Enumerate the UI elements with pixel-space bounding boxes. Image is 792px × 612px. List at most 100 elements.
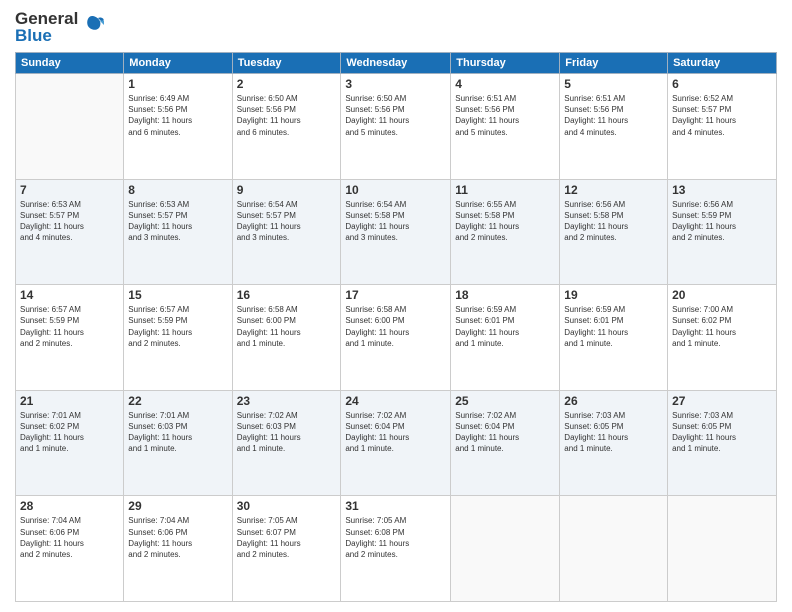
day-info: Sunrise: 7:02 AM Sunset: 6:04 PM Dayligh… <box>455 410 555 455</box>
day-info: Sunrise: 6:59 AM Sunset: 6:01 PM Dayligh… <box>564 304 663 349</box>
calendar-cell <box>16 74 124 180</box>
calendar-cell: 27 Sunrise: 7:03 AM Sunset: 6:05 PM Dayli… <box>668 390 777 496</box>
calendar-cell: 5 Sunrise: 6:51 AM Sunset: 5:56 PM Daylig… <box>560 74 668 180</box>
day-number: 11 <box>455 183 555 197</box>
day-number: 1 <box>128 77 227 91</box>
calendar-cell: 6 Sunrise: 6:52 AM Sunset: 5:57 PM Daylig… <box>668 74 777 180</box>
day-info: Sunrise: 7:05 AM Sunset: 6:08 PM Dayligh… <box>345 515 446 560</box>
day-info: Sunrise: 6:50 AM Sunset: 5:56 PM Dayligh… <box>345 93 446 138</box>
day-info: Sunrise: 7:01 AM Sunset: 6:02 PM Dayligh… <box>20 410 119 455</box>
day-number: 16 <box>237 288 337 302</box>
calendar-cell: 4 Sunrise: 6:51 AM Sunset: 5:56 PM Daylig… <box>451 74 560 180</box>
day-number: 31 <box>345 499 446 513</box>
calendar-cell: 19 Sunrise: 6:59 AM Sunset: 6:01 PM Dayli… <box>560 285 668 391</box>
day-number: 29 <box>128 499 227 513</box>
calendar-cell: 28Sunrise: 7:04 AM Sunset: 6:06 PM Dayli… <box>16 496 124 602</box>
calendar-week-row: 7Sunrise: 6:53 AM Sunset: 5:57 PM Daylig… <box>16 179 777 285</box>
day-info: Sunrise: 6:49 AM Sunset: 5:56 PM Dayligh… <box>128 93 227 138</box>
calendar-cell: 2 Sunrise: 6:50 AM Sunset: 5:56 PM Daylig… <box>232 74 341 180</box>
day-number: 22 <box>128 394 227 408</box>
day-info: Sunrise: 7:05 AM Sunset: 6:07 PM Dayligh… <box>237 515 337 560</box>
day-number: 17 <box>345 288 446 302</box>
header: General Blue <box>15 10 777 44</box>
calendar-cell: 20 Sunrise: 7:00 AM Sunset: 6:02 PM Dayli… <box>668 285 777 391</box>
calendar-cell: 3 Sunrise: 6:50 AM Sunset: 5:56 PM Daylig… <box>341 74 451 180</box>
day-info: Sunrise: 6:50 AM Sunset: 5:56 PM Dayligh… <box>237 93 337 138</box>
day-number: 24 <box>345 394 446 408</box>
day-info: Sunrise: 6:58 AM Sunset: 6:00 PM Dayligh… <box>237 304 337 349</box>
day-info: Sunrise: 6:55 AM Sunset: 5:58 PM Dayligh… <box>455 199 555 244</box>
day-info: Sunrise: 7:00 AM Sunset: 6:02 PM Dayligh… <box>672 304 772 349</box>
day-number: 23 <box>237 394 337 408</box>
day-info: Sunrise: 6:54 AM Sunset: 5:57 PM Dayligh… <box>237 199 337 244</box>
weekday-header-sunday: Sunday <box>16 53 124 74</box>
day-info: Sunrise: 7:03 AM Sunset: 6:05 PM Dayligh… <box>672 410 772 455</box>
day-info: Sunrise: 6:52 AM Sunset: 5:57 PM Dayligh… <box>672 93 772 138</box>
day-number: 9 <box>237 183 337 197</box>
calendar-cell: 25 Sunrise: 7:02 AM Sunset: 6:04 PM Dayli… <box>451 390 560 496</box>
calendar-week-row: 28Sunrise: 7:04 AM Sunset: 6:06 PM Dayli… <box>16 496 777 602</box>
day-number: 6 <box>672 77 772 91</box>
calendar-week-row: 1 Sunrise: 6:49 AM Sunset: 5:56 PM Daylig… <box>16 74 777 180</box>
calendar-cell: 26Sunrise: 7:03 AM Sunset: 6:05 PM Dayli… <box>560 390 668 496</box>
day-info: Sunrise: 6:54 AM Sunset: 5:58 PM Dayligh… <box>345 199 446 244</box>
day-info: Sunrise: 6:57 AM Sunset: 5:59 PM Dayligh… <box>128 304 227 349</box>
day-number: 2 <box>237 77 337 91</box>
calendar-table: SundayMondayTuesdayWednesdayThursdayFrid… <box>15 52 777 602</box>
calendar-cell: 22 Sunrise: 7:01 AM Sunset: 6:03 PM Dayli… <box>124 390 232 496</box>
page: General Blue SundayMondayTuesdayWednesda… <box>0 0 792 612</box>
calendar-cell <box>560 496 668 602</box>
day-number: 25 <box>455 394 555 408</box>
day-number: 3 <box>345 77 446 91</box>
calendar-week-row: 21 Sunrise: 7:01 AM Sunset: 6:02 PM Dayli… <box>16 390 777 496</box>
calendar-cell: 12Sunrise: 6:56 AM Sunset: 5:58 PM Dayli… <box>560 179 668 285</box>
day-info: Sunrise: 6:58 AM Sunset: 6:00 PM Dayligh… <box>345 304 446 349</box>
calendar-cell: 18 Sunrise: 6:59 AM Sunset: 6:01 PM Dayli… <box>451 285 560 391</box>
logo-blue: Blue <box>15 27 78 44</box>
weekday-header-friday: Friday <box>560 53 668 74</box>
day-info: Sunrise: 6:56 AM Sunset: 5:58 PM Dayligh… <box>564 199 663 244</box>
day-info: Sunrise: 7:04 AM Sunset: 6:06 PM Dayligh… <box>128 515 227 560</box>
day-info: Sunrise: 7:02 AM Sunset: 6:03 PM Dayligh… <box>237 410 337 455</box>
day-info: Sunrise: 6:53 AM Sunset: 5:57 PM Dayligh… <box>20 199 119 244</box>
day-info: Sunrise: 6:57 AM Sunset: 5:59 PM Dayligh… <box>20 304 119 349</box>
day-number: 13 <box>672 183 772 197</box>
calendar-cell <box>451 496 560 602</box>
day-info: Sunrise: 6:53 AM Sunset: 5:57 PM Dayligh… <box>128 199 227 244</box>
weekday-header-thursday: Thursday <box>451 53 560 74</box>
day-number: 14 <box>20 288 119 302</box>
day-number: 19 <box>564 288 663 302</box>
calendar-cell <box>668 496 777 602</box>
day-number: 20 <box>672 288 772 302</box>
day-number: 10 <box>345 183 446 197</box>
weekday-header-monday: Monday <box>124 53 232 74</box>
logo-general: General <box>15 10 78 27</box>
day-number: 30 <box>237 499 337 513</box>
calendar-cell: 17 Sunrise: 6:58 AM Sunset: 6:00 PM Dayli… <box>341 285 451 391</box>
calendar-cell: 21 Sunrise: 7:01 AM Sunset: 6:02 PM Dayli… <box>16 390 124 496</box>
calendar-cell: 24Sunrise: 7:02 AM Sunset: 6:04 PM Dayli… <box>341 390 451 496</box>
calendar-cell: 13 Sunrise: 6:56 AM Sunset: 5:59 PM Dayli… <box>668 179 777 285</box>
calendar-cell: 16 Sunrise: 6:58 AM Sunset: 6:00 PM Dayli… <box>232 285 341 391</box>
day-info: Sunrise: 7:03 AM Sunset: 6:05 PM Dayligh… <box>564 410 663 455</box>
day-number: 5 <box>564 77 663 91</box>
day-info: Sunrise: 7:01 AM Sunset: 6:03 PM Dayligh… <box>128 410 227 455</box>
calendar-cell: 11 Sunrise: 6:55 AM Sunset: 5:58 PM Dayli… <box>451 179 560 285</box>
calendar-cell: 31 Sunrise: 7:05 AM Sunset: 6:08 PM Dayli… <box>341 496 451 602</box>
weekday-header-saturday: Saturday <box>668 53 777 74</box>
day-info: Sunrise: 6:56 AM Sunset: 5:59 PM Dayligh… <box>672 199 772 244</box>
calendar-cell: 30 Sunrise: 7:05 AM Sunset: 6:07 PM Dayli… <box>232 496 341 602</box>
calendar-cell: 10 Sunrise: 6:54 AM Sunset: 5:58 PM Dayli… <box>341 179 451 285</box>
calendar-week-row: 14 Sunrise: 6:57 AM Sunset: 5:59 PM Dayli… <box>16 285 777 391</box>
day-info: Sunrise: 6:51 AM Sunset: 5:56 PM Dayligh… <box>564 93 663 138</box>
day-info: Sunrise: 6:51 AM Sunset: 5:56 PM Dayligh… <box>455 93 555 138</box>
day-info: Sunrise: 7:04 AM Sunset: 6:06 PM Dayligh… <box>20 515 119 560</box>
day-number: 4 <box>455 77 555 91</box>
day-number: 21 <box>20 394 119 408</box>
calendar-cell: 8Sunrise: 6:53 AM Sunset: 5:57 PM Daylig… <box>124 179 232 285</box>
logo-wrapper: General Blue <box>15 10 104 44</box>
day-number: 18 <box>455 288 555 302</box>
day-number: 27 <box>672 394 772 408</box>
calendar-cell: 7Sunrise: 6:53 AM Sunset: 5:57 PM Daylig… <box>16 179 124 285</box>
day-info: Sunrise: 6:59 AM Sunset: 6:01 PM Dayligh… <box>455 304 555 349</box>
